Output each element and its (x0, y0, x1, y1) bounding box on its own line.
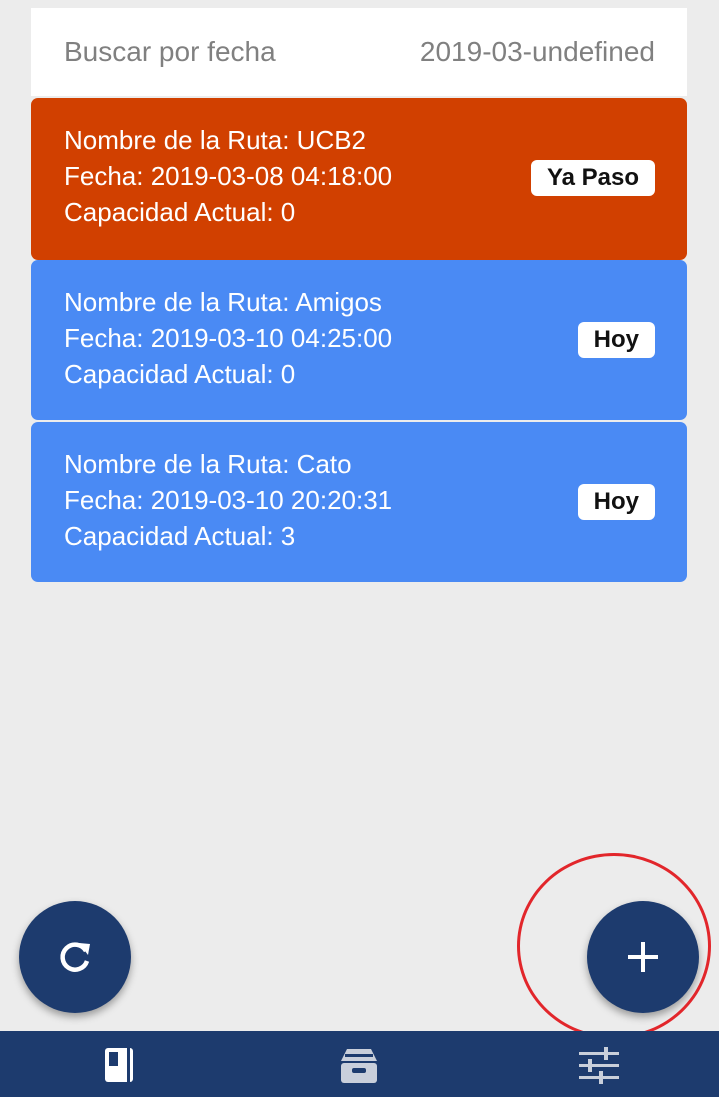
nav-item-books[interactable] (94, 1045, 144, 1095)
route-name: Nombre de la Ruta: UCB2 (64, 125, 367, 155)
route-name: Nombre de la Ruta: Cato (64, 449, 352, 479)
date-search-bar[interactable]: Buscar por fecha 2019-03-undefined (31, 8, 687, 96)
route-card-amigos[interactable]: Nombre de la Ruta: Amigos Fecha: 2019-03… (31, 260, 687, 420)
plus-icon (628, 942, 658, 972)
route-name: Nombre de la Ruta: Amigos (64, 287, 382, 317)
route-capacity: Capacidad Actual: 0 (64, 197, 296, 227)
status-badge: Hoy (577, 322, 655, 358)
add-route-button[interactable] (587, 901, 699, 1013)
refresh-icon (60, 942, 90, 972)
archive-icon (341, 1049, 377, 1083)
route-capacity: Capacidad Actual: 3 (64, 521, 296, 551)
refresh-button[interactable] (19, 901, 131, 1013)
search-date-value[interactable]: 2019-03-undefined (420, 36, 655, 68)
status-badge: Ya Paso (530, 160, 655, 196)
sliders-icon (579, 1047, 619, 1084)
status-badge: Hoy (577, 484, 655, 520)
search-label: Buscar por fecha (64, 36, 276, 67)
book-icon (105, 1048, 133, 1082)
bottom-navigation (0, 1031, 719, 1097)
route-card-ucb2[interactable]: Nombre de la Ruta: UCB2 Fecha: 2019-03-0… (31, 98, 687, 260)
route-date: Fecha: 2019-03-10 20:20:31 (64, 485, 393, 515)
nav-item-archive[interactable] (334, 1045, 384, 1095)
route-card-cato[interactable]: Nombre de la Ruta: Cato Fecha: 2019-03-1… (31, 422, 687, 582)
route-capacity: Capacidad Actual: 0 (64, 359, 296, 389)
nav-item-settings[interactable] (574, 1045, 624, 1095)
route-date: Fecha: 2019-03-10 04:25:00 (64, 323, 393, 353)
